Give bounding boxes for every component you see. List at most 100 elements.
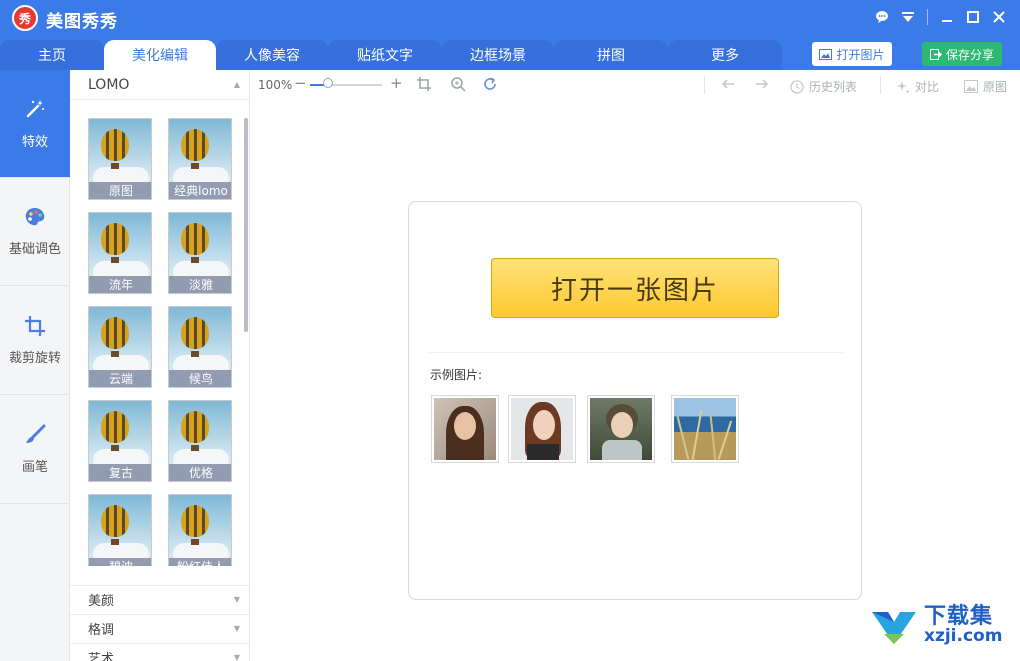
tab-more[interactable]: 更多 [668,40,782,70]
open-image-label: 打开图片 [836,47,885,62]
category-beauty-label: 美颜 [88,594,115,609]
effect-thumb-yunduan[interactable]: 云端 [88,306,152,388]
tab-stickers-text[interactable]: 贴纸文字 [328,40,442,70]
card-divider [429,352,843,353]
window-controls [869,6,1012,28]
effect-thumb-label: 流年 [89,276,151,293]
tab-portrait[interactable]: 人像美容 [216,40,328,70]
nav-crop-rotate[interactable]: 裁剪旋转 [0,287,70,395]
balloon-icon [181,505,209,537]
zoom-in-button[interactable]: + [390,74,403,92]
nav-effects-label: 特效 [21,135,48,150]
save-share-button[interactable]: 保存分享 [922,42,1002,66]
nav-basic-color-label: 基础调色 [8,242,61,257]
left-tool-nav: 特效 基础调色 裁剪旋转 画笔 [0,70,70,661]
balloon-icon [101,505,129,537]
effect-thumb-youge[interactable]: 优格 [168,400,232,482]
nav-crop-rotate-label: 裁剪旋转 [8,351,61,366]
history-list-label: 历史列表 [809,80,858,94]
refresh-icon[interactable] [482,76,498,96]
history-list-button[interactable]: 历史列表 [790,78,857,95]
effect-thumb-label: 复古 [89,464,151,481]
effect-thumb-label: 粉红佳人 [169,558,231,566]
expand-caret-icon: ▼ [233,595,240,604]
compare-label: 对比 [915,80,940,94]
brush-icon [26,424,46,443]
undo-arrow-icon[interactable] [720,76,736,96]
tab-beautify-edit[interactable]: 美化编辑 [104,40,216,70]
palette-icon [25,208,45,226]
nav-basic-color[interactable]: 基础调色 [0,178,70,286]
zoom-out-button[interactable]: − [294,74,307,92]
compare-button[interactable]: 对比 [896,78,939,95]
original-image-button[interactable]: 原图 [964,78,1007,95]
panel-scrollbar[interactable] [244,118,248,332]
open-one-image-button[interactable]: 打开一张图片 [491,258,779,318]
tab-home[interactable]: 主页 [0,40,104,70]
balloon-icon [101,129,129,161]
balloon-icon [181,411,209,443]
effect-thumb-label: 优格 [169,464,231,481]
zoom-fit-icon[interactable] [450,76,466,96]
effect-thumb-pink-lady[interactable]: 粉红佳人 [168,494,232,566]
effect-thumb-bibo[interactable]: 碧波 [88,494,152,566]
minimize-icon[interactable] [934,6,960,28]
toolbar-divider [880,76,881,94]
sample-images-label: 示例图片: [430,368,483,382]
close-icon[interactable] [986,6,1012,28]
effect-thumb-houniao[interactable]: 候鸟 [168,306,232,388]
effect-thumb-fugu[interactable]: 复古 [88,400,152,482]
effect-thumb-danya[interactable]: 淡雅 [168,212,232,294]
category-lomo-header[interactable]: LOMO ▲ [70,70,250,100]
category-art-label: 艺术 [88,652,115,661]
main-tab-bar: 主页 美化编辑 人像美容 贴纸文字 边框场景 拼图 更多 打开图片 保存分享 [0,36,1020,70]
effects-panel: LOMO ▲ 原图 经典lomo 流年 淡雅 云端 候鸟 复古 优格 美颜 ▼ … [70,70,250,661]
crop-icon [25,316,45,336]
sample-image-1[interactable] [431,395,499,463]
category-art[interactable]: 艺术 ▼ [70,643,250,661]
clock-icon [790,79,804,94]
balloon-icon [181,129,209,161]
redo-arrow-icon[interactable] [754,76,770,96]
balloon-icon [101,223,129,255]
expand-caret-icon: ▼ [233,624,240,633]
magic-wand-icon [26,100,44,118]
category-lomo-label: LOMO [88,76,130,93]
app-logo-icon: 秀 [12,5,38,31]
balloon-icon [101,411,129,443]
zoom-slider[interactable] [310,84,382,86]
effect-thumb-label: 云端 [89,370,151,387]
category-style[interactable]: 格调 ▼ [70,614,250,642]
zoom-level: 100% [258,78,293,92]
zoom-slider-knob[interactable] [323,78,333,88]
tab-frames-scenes[interactable]: 边框场景 [442,40,554,70]
effect-thumb-label: 碧波 [89,558,151,566]
sparkle-icon [897,80,909,93]
export-icon [929,48,942,60]
effect-thumb-liunian[interactable]: 流年 [88,212,152,294]
effect-thumb-classic-lomo[interactable]: 经典lomo [168,118,232,200]
tab-collage[interactable]: 拼图 [554,40,668,70]
open-image-button[interactable]: 打开图片 [812,42,892,66]
site-watermark: 下载集 xzji.com [870,604,1002,646]
category-beauty[interactable]: 美颜 ▼ [70,585,250,613]
category-style-label: 格调 [88,623,115,638]
title-divider [927,9,928,25]
nav-brush-label: 画笔 [21,460,48,475]
download-arrow-logo-icon [872,612,916,644]
nav-effects[interactable]: 特效 [0,70,70,178]
nav-brush[interactable]: 画笔 [0,396,70,504]
expand-caret-icon: ▼ [233,653,240,661]
sample-image-3[interactable] [587,395,655,463]
fit-frame-icon[interactable] [416,76,432,96]
message-icon[interactable] [869,6,895,28]
effect-thumb-original[interactable]: 原图 [88,118,152,200]
maximize-icon[interactable] [960,6,986,28]
collapse-caret-icon: ▲ [233,80,240,89]
sample-image-4[interactable] [671,395,739,463]
menu-dropdown-icon[interactable] [895,6,921,28]
picture-icon [964,80,978,93]
sample-image-2[interactable] [508,395,576,463]
effect-thumb-label: 候鸟 [169,370,231,387]
balloon-icon [101,317,129,349]
